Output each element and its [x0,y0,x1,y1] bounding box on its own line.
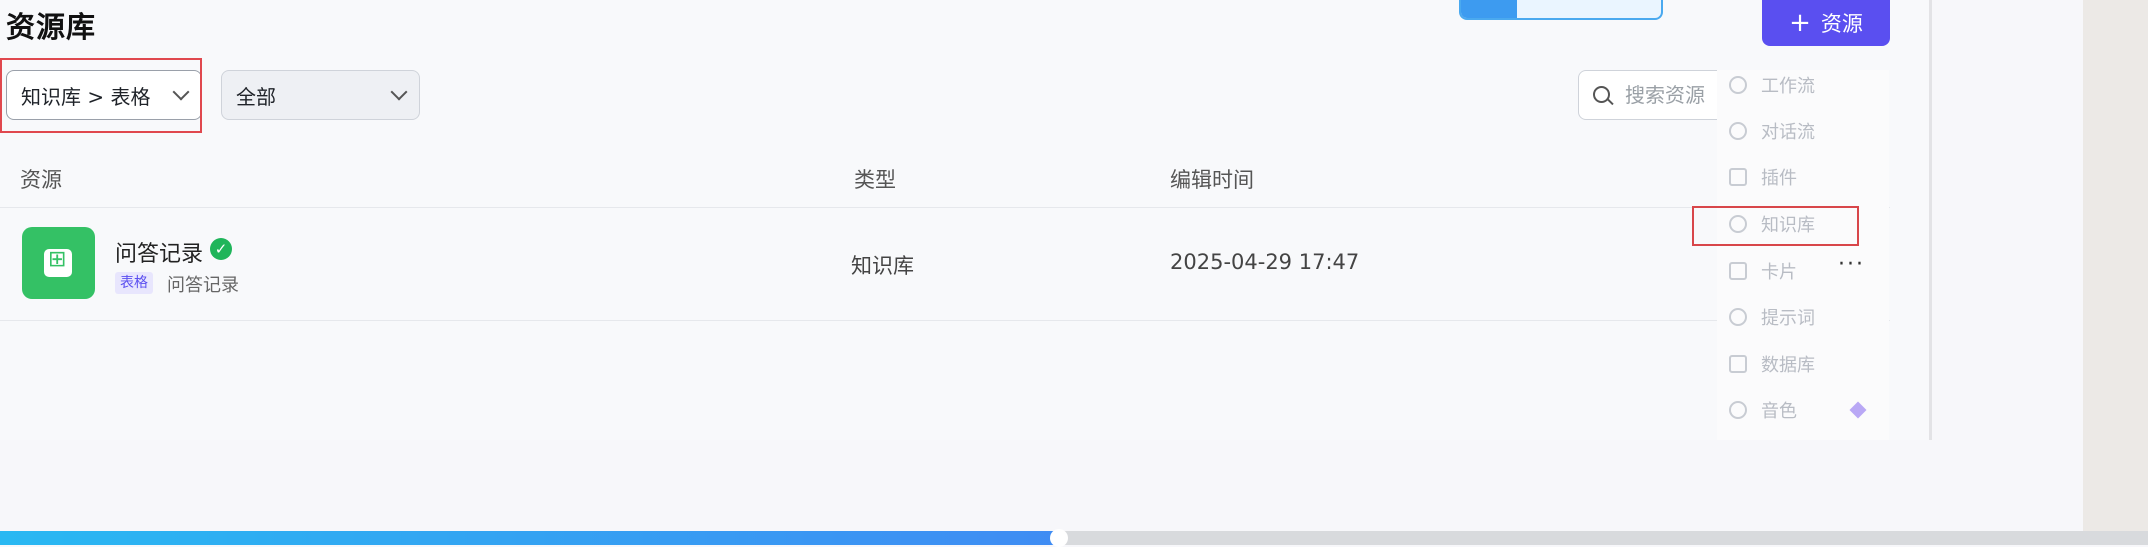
menu-item-label: 提示词 [1761,308,1815,329]
menu-item-label: 知识库 [1761,215,1815,236]
type-filter-value: 知识库 > 表格 [21,84,151,109]
plus-icon: + [1789,8,1811,38]
menu-item-label: 工作流 [1761,76,1815,97]
resource-subtitle: 问答记录 [167,275,239,296]
menu-item-label: 音色 [1761,401,1797,422]
scope-filter-select[interactable]: 全部 [221,70,420,120]
database-icon [1729,355,1747,373]
type-filter-select[interactable]: 知识库 > 表格 [6,70,202,120]
column-header-edited: 编辑时间 [1170,168,1254,192]
menu-item-label: 数据库 [1761,355,1815,376]
scope-filter-value: 全部 [236,84,276,109]
more-actions-icon[interactable]: ··· [1838,252,1865,277]
menu-item-voice[interactable]: 音色 [1729,395,1797,425]
menu-item-prompt[interactable]: 提示词 [1729,302,1815,332]
menu-item-database[interactable]: 数据库 [1729,349,1815,379]
row-divider [0,320,1890,321]
menu-item-label: 卡片 [1761,262,1797,283]
menu-item-label: 插件 [1761,168,1797,189]
search-icon [1593,86,1610,103]
menu-item-knowledge[interactable]: 知识库 [1729,209,1815,239]
progress-handle[interactable] [1049,529,1068,547]
view-toggle[interactable] [1459,0,1663,20]
resource-edited-time: 2025-04-29 17:47 [1170,250,1360,274]
column-header-type: 类型 [854,168,896,192]
published-check-icon: ✓ [210,238,232,260]
page-title: 资源库 [6,10,97,44]
plugin-icon [1729,168,1747,186]
chevron-down-icon [390,83,408,101]
progress-fill [0,531,1059,545]
view-toggle-active-segment[interactable] [1461,0,1517,18]
header-divider [0,207,1890,208]
chevron-down-icon [172,83,190,101]
voice-icon [1729,401,1747,419]
prompt-icon [1729,308,1747,326]
menu-item-label: 对话流 [1761,122,1815,143]
menu-item-workflow[interactable]: 工作流 [1729,70,1815,100]
column-header-resource: 资源 [20,168,62,192]
resource-library-page: 资源库 + 资源 知识库 > 表格 全部 资源 类型 编辑时间 操作 问答记录 … [0,0,1929,440]
resource-name[interactable]: 问答记录 [115,236,203,268]
chatflow-icon [1729,122,1747,140]
menu-item-plugin[interactable]: 插件 [1729,162,1797,192]
add-resource-label: 资源 [1820,12,1863,36]
add-resource-button[interactable]: + 资源 [1762,0,1890,46]
knowledge-icon [1729,215,1747,233]
video-progress-bar[interactable] [0,529,2148,547]
workflow-icon [1729,76,1747,94]
menu-item-chatflow[interactable]: 对话流 [1729,116,1815,146]
window-edge [2083,0,2148,545]
table-resource-icon [22,227,95,299]
resource-tag: 表格 [115,272,153,294]
panel-divider [1929,0,1932,440]
menu-item-card[interactable]: 卡片 [1729,256,1797,286]
resource-type: 知识库 [851,254,914,278]
card-icon [1729,262,1747,280]
